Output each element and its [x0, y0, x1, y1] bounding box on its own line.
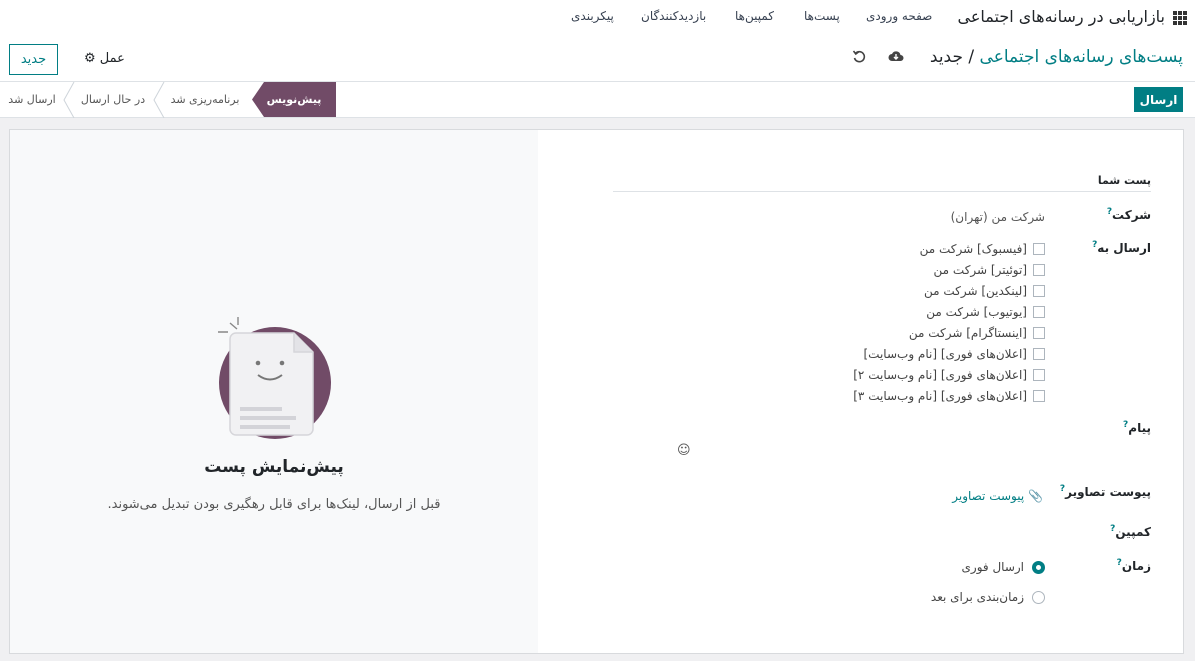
radio-schedule-later[interactable]: زمان‌بندی برای بعد: [931, 590, 1045, 604]
app-name[interactable]: بازاریابی در رسانه‌های اجتماعی: [958, 7, 1166, 26]
post-preview-panel: پیش‌نمایش پست قبل از ارسال، لینک‌ها برای…: [10, 130, 538, 653]
account-label: [اعلان‌های فوری] [نام وب‌سایت ۲]: [853, 368, 1027, 382]
action-menu-button[interactable]: عمل ⚙: [84, 51, 125, 66]
message-label-text: پیام: [1128, 421, 1151, 435]
stage-scheduled[interactable]: برنامه‌ریزی شد: [160, 82, 250, 117]
stage-separator-icon: [153, 82, 165, 118]
breadcrumb-separator: /: [962, 47, 980, 67]
menu-item-posts[interactable]: پست‌ها: [804, 9, 840, 23]
attach-images-label-text: پیوست تصاویر: [1065, 485, 1151, 499]
account-checkbox[interactable]: [اعلان‌های فوری] [نام وب‌سایت]: [863, 347, 1045, 361]
checkbox-box[interactable]: [1033, 390, 1045, 402]
company-label: شرکت?: [1107, 207, 1151, 222]
stage-posted[interactable]: ارسال شد: [4, 82, 60, 117]
checkbox-box[interactable]: [1033, 264, 1045, 276]
radio-button[interactable]: [1032, 590, 1045, 604]
account-checkbox[interactable]: [اعلان‌های فوری] [نام وب‌سایت ۳]: [853, 389, 1045, 403]
campaign-label: کمپین?: [1110, 524, 1151, 539]
gear-icon: ⚙: [84, 51, 96, 66]
account-checkbox[interactable]: [اینستاگرام] شرکت من: [909, 326, 1045, 340]
checkbox-box[interactable]: [1033, 369, 1045, 381]
radio-send-now[interactable]: ارسال فوری: [961, 560, 1045, 574]
discard-undo-icon[interactable]: [852, 49, 866, 67]
checkbox-box[interactable]: [1033, 243, 1045, 255]
menu-item-home[interactable]: صفحه ورودی: [866, 9, 932, 23]
stage-separator-icon: [63, 82, 75, 118]
account-checkbox[interactable]: [فیسبوک] شرکت من: [920, 242, 1045, 256]
menu-item-campaigns[interactable]: کمپین‌ها: [735, 9, 774, 23]
radio-button-selected[interactable]: [1032, 560, 1045, 574]
attach-images-label: پیوست تصاویر?: [1060, 484, 1151, 499]
account-label: [اعلان‌های فوری] [نام وب‌سایت]: [863, 347, 1028, 361]
breadcrumb-current: جدید: [929, 47, 963, 67]
account-checkbox[interactable]: [یوتیوب] شرکت من: [926, 305, 1045, 319]
stage-posting[interactable]: در حال ارسال: [72, 82, 154, 117]
checkbox-box[interactable]: [1033, 306, 1045, 318]
company-field[interactable]: شرکت من (تهران): [951, 210, 1045, 224]
account-label: [یوتیوب] شرکت من: [926, 305, 1027, 319]
send-to-label-text: ارسال به: [1097, 241, 1151, 255]
preview-title: پیش‌نمایش پست: [204, 457, 344, 477]
menu-item-visitors[interactable]: بازدیدکنندگان: [641, 9, 706, 23]
action-label: عمل: [99, 51, 125, 66]
account-checkbox[interactable]: [اعلان‌های فوری] [نام وب‌سایت ۲]: [853, 368, 1045, 382]
control-panel: پست‌های رسانه‌های اجتماعی / جدید عمل ⚙ ج…: [0, 37, 1195, 82]
account-checkbox[interactable]: [توئیتر] شرکت من: [934, 263, 1045, 277]
top-navbar: بازاریابی در رسانه‌های اجتماعی صفحه ورود…: [0, 0, 1195, 37]
breadcrumb: پست‌های رسانه‌های اجتماعی / جدید: [930, 47, 1183, 67]
breadcrumb-parent[interactable]: پست‌های رسانه‌های اجتماعی: [980, 47, 1183, 67]
checkbox-box[interactable]: [1033, 348, 1045, 360]
radio-label: ارسال فوری: [961, 560, 1025, 574]
account-label: [اینستاگرام] شرکت من: [908, 326, 1027, 340]
status-bar: ارسال پیش‌نویس برنامه‌ریزی شد در حال ارس…: [0, 82, 1195, 118]
campaign-label-text: کمپین: [1115, 525, 1151, 539]
section-your-post: پست شما: [613, 174, 1151, 192]
paperclip-icon: 📎: [1028, 489, 1043, 503]
account-label: [توئیتر] شرکت من: [933, 263, 1027, 277]
radio-label: زمان‌بندی برای بعد: [930, 590, 1024, 604]
account-label: [لینکدین] شرکت من: [923, 284, 1027, 298]
cloud-save-icon[interactable]: [888, 49, 904, 67]
send-button[interactable]: ارسال: [1134, 87, 1183, 112]
apps-grid-icon[interactable]: [1173, 11, 1187, 25]
company-label-text: شرکت: [1112, 208, 1151, 222]
new-button[interactable]: جدید: [9, 44, 58, 75]
attach-images-button-label: پیوست تصاویر: [952, 489, 1025, 503]
form-sheet: پیش‌نمایش پست قبل از ارسال، لینک‌ها برای…: [9, 129, 1184, 654]
document-preview-icon: [218, 317, 331, 439]
message-label: پیام?: [1123, 420, 1151, 435]
account-label: [فیسبوک] شرکت من: [919, 242, 1027, 256]
menu-item-configuration[interactable]: پیکربندی: [571, 9, 614, 23]
account-checkbox[interactable]: [لینکدین] شرکت من: [924, 284, 1045, 298]
stage-draft[interactable]: پیش‌نویس: [252, 82, 336, 117]
checkbox-box[interactable]: [1033, 285, 1045, 297]
checkbox-box[interactable]: [1033, 327, 1045, 339]
timing-label-text: زمان: [1121, 559, 1151, 573]
timing-label: زمان?: [1117, 558, 1151, 573]
attach-images-button[interactable]: 📎 پیوست تصاویر: [952, 489, 1043, 503]
preview-description: قبل از ارسال، لینک‌ها برای قابل رهگیری ب…: [107, 497, 441, 512]
account-label: [اعلان‌های فوری] [نام وب‌سایت ۳]: [853, 389, 1027, 403]
emoji-icon[interactable]: ☺: [677, 443, 691, 458]
send-to-label: ارسال به?: [1092, 240, 1151, 255]
